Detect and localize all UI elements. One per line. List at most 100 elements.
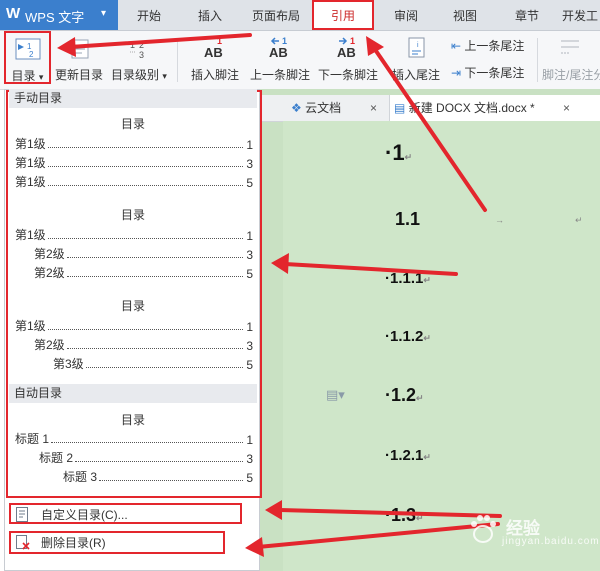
chevron-down-icon: ▾ — [162, 71, 167, 81]
tab-home[interactable]: 开始 — [125, 0, 173, 30]
svg-text:2: 2 — [29, 50, 34, 59]
delete-toc-label: 删除目录(R) — [41, 536, 106, 550]
baidu-jingyan-watermark: 经验 jingyan.baidu.com — [462, 508, 599, 550]
custom-toc-menu-item[interactable]: 自定义目录(C)... — [9, 503, 242, 524]
prev-footnote-button[interactable]: 1 AB 上一条脚注 — [248, 31, 312, 85]
paste-options-icon[interactable]: ▤▾ — [326, 387, 345, 403]
next-footnote-icon: 1 AB — [337, 36, 356, 60]
toc-level-button[interactable]: 1 2 3 目录级别 ▾ — [108, 31, 170, 85]
toc-level-icon: 1 2 3 — [130, 40, 144, 60]
document-tab-label: 新建 DOCX 文档.docx * — [408, 101, 535, 115]
app-name: WPS 文字 — [25, 10, 85, 25]
insert-footnote-label: 插入脚注 — [190, 68, 239, 82]
prev-footnote-icon: 1 AB — [269, 36, 288, 60]
heading-1[interactable]: ·1↵ — [385, 140, 412, 166]
chevron-down-icon: ▾ — [38, 72, 44, 82]
paragraph-mark: ↵ — [575, 215, 583, 225]
svg-text:1: 1 — [130, 40, 135, 50]
baidu-paw-logo-icon — [471, 515, 496, 543]
delete-toc-icon — [16, 535, 30, 550]
tab-cloud-docs[interactable]: ❖ 云文档 × — [291, 95, 379, 121]
prev-footnote-label: 上一条脚注 — [249, 68, 310, 82]
svg-text:3: 3 — [139, 50, 144, 60]
auto-toc-option-1[interactable]: 目录 标题 11 标题 23 标题 35 — [10, 406, 256, 490]
app-menu-button[interactable]: W WPS 文字 ▾ — [0, 0, 118, 30]
cloud-docs-icon: ❖ — [291, 101, 302, 115]
footnote-endnote-separator-button[interactable]: 脚注/尾注分 — [540, 31, 600, 85]
insert-footnote-icon: 1 AB — [204, 36, 223, 60]
heading-1-2[interactable]: ·1.2↵ — [385, 385, 424, 406]
toc-button-label: 目录 — [11, 69, 36, 83]
manual-toc-option-1[interactable]: 目录 第1级 1 第1级 3 第1级 5 — [10, 110, 256, 194]
toc-preview-line: 标题 11 — [15, 432, 253, 447]
tab-page-layout[interactable]: 页面布局 — [244, 0, 308, 30]
toc-button[interactable]: 1 2 目录 ▾ — [4, 31, 51, 84]
next-endnote-button[interactable]: ⇥ 下一条尾注 — [451, 64, 524, 80]
insert-endnote-icon: i — [408, 37, 425, 58]
toc-preview-line: 第1级 5 — [15, 175, 253, 190]
manual-toc-section-header: 手动目录 — [9, 89, 257, 108]
toc-icon: 1 2 — [15, 38, 40, 60]
svg-text:AB: AB — [269, 45, 288, 60]
toc-preview-line: 标题 23 — [39, 451, 253, 466]
chevron-down-icon: ▾ — [101, 8, 107, 19]
tab-current-document[interactable]: ▤ 新建 DOCX 文档.docx * × — [389, 95, 600, 121]
toc-preview-line: 第1级 1 — [15, 137, 253, 152]
update-toc-label: 更新目录 — [54, 68, 103, 82]
footnote-endnote-label: 脚注/尾注分 — [542, 68, 600, 82]
tab-review[interactable]: 审阅 — [386, 0, 426, 30]
toc-level-label: 目录级别 — [111, 68, 160, 82]
cloud-docs-label: 云文档 — [305, 101, 342, 115]
watermark-en: jingyan.baidu.com — [502, 536, 600, 547]
toc-preview-title: 目录 — [120, 208, 145, 222]
toc-preview-title: 目录 — [120, 413, 145, 427]
prev-endnote-button[interactable]: ⇤ 上一条尾注 — [451, 37, 524, 53]
toc-preview-line: 第3级 5 — [53, 357, 253, 372]
toc-preview-line: 第2级 5 — [34, 266, 253, 281]
prev-endnote-icon: ⇤ — [451, 39, 462, 53]
toc-preview-line: 标题 35 — [63, 470, 253, 485]
insert-endnote-button[interactable]: i 插入尾注 — [386, 31, 446, 85]
heading-1-1[interactable]: 1.1 — [395, 209, 420, 230]
tab-references[interactable]: 引用 — [312, 0, 374, 30]
ribbon-divider — [537, 38, 538, 82]
tab-insert[interactable]: 插入 — [186, 0, 234, 30]
custom-toc-label: 自定义目录(C)... — [41, 508, 128, 522]
insert-footnote-button[interactable]: 1 AB 插入脚注 — [186, 31, 244, 85]
close-icon[interactable]: × — [563, 95, 570, 121]
document-page[interactable] — [283, 121, 600, 571]
toc-preview-line: 第1级 3 — [15, 156, 253, 171]
svg-text:AB: AB — [337, 45, 356, 60]
tab-mark: → — [495, 215, 504, 225]
tab-section[interactable]: 章节 — [507, 0, 547, 30]
next-endnote-label: 下一条尾注 — [464, 66, 525, 80]
toc-preview-title: 目录 — [120, 117, 145, 131]
toc-preview-line: 第1级 1 — [15, 319, 253, 334]
tab-view[interactable]: 视图 — [445, 0, 485, 30]
next-footnote-button[interactable]: 1 AB 下一条脚注 — [316, 31, 380, 85]
update-toc-button[interactable]: 更新目录 — [54, 31, 104, 85]
separator-icon — [561, 40, 579, 54]
custom-toc-icon — [16, 507, 28, 522]
insert-endnote-label: 插入尾注 — [391, 68, 440, 82]
toc-preview-title: 目录 — [120, 299, 145, 313]
svg-text:AB: AB — [204, 45, 223, 60]
update-toc-icon — [71, 39, 89, 59]
next-endnote-icon: ⇥ — [451, 66, 462, 80]
toc-preview-line: 第1级 1 — [15, 228, 253, 243]
heading-1-3[interactable]: ·1.3↵ — [385, 505, 424, 526]
next-footnote-label: 下一条脚注 — [317, 68, 378, 82]
toc-preview-line: 第2级 3 — [34, 338, 253, 353]
svg-text:2: 2 — [139, 40, 144, 50]
auto-toc-section-header: 自动目录 — [9, 384, 257, 403]
heading-1-1-2[interactable]: ·1.1.2↵ — [385, 328, 431, 345]
document-file-icon: ▤ — [394, 101, 406, 115]
delete-toc-menu-item[interactable]: 删除目录(R) — [9, 531, 225, 554]
heading-1-1-1[interactable]: ·1.1.1↵ — [385, 270, 431, 287]
prev-endnote-label: 上一条尾注 — [464, 39, 525, 53]
manual-toc-option-3[interactable]: 目录 第1级 1 第2级 3 第3级 5 — [10, 292, 256, 376]
manual-toc-option-2[interactable]: 目录 第1级 1 第2级 3 第2级 5 — [10, 201, 256, 285]
close-icon[interactable]: × — [370, 95, 377, 121]
heading-1-2-1[interactable]: ·1.2.1↵ — [385, 447, 431, 464]
tab-developer[interactable]: 开发工 — [562, 0, 600, 30]
